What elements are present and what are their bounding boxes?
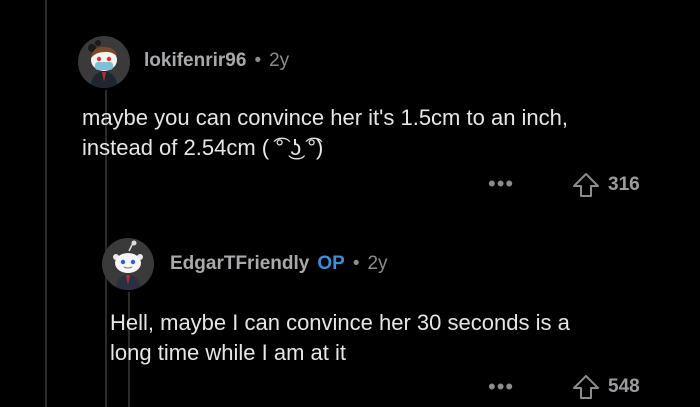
comment-text-line: instead of 2.54cm ( ͡° ͜ʖ ͡°) xyxy=(82,135,324,160)
thread-line-root[interactable] xyxy=(45,0,47,407)
vote-control: 548 xyxy=(572,374,640,400)
comment-thread: lokifenrir96 • 2y maybe you can convince… xyxy=(0,0,700,407)
upvote-arrow-icon xyxy=(573,173,599,197)
op-badge: OP xyxy=(317,253,345,274)
comment-age: 2y xyxy=(367,253,388,274)
avatar[interactable] xyxy=(102,238,154,290)
username-link[interactable]: lokifenrir96 xyxy=(144,50,246,72)
upvote-arrow-icon xyxy=(573,375,599,399)
meta-separator: • xyxy=(254,50,262,71)
comment-text-line: Hell, maybe I can convince her 30 second… xyxy=(110,310,570,335)
upvote-button[interactable]: 316 xyxy=(572,172,640,198)
comment-actions: ••• xyxy=(488,173,514,195)
avatar-snoo-icon xyxy=(78,36,130,88)
avatar-snoo-icon xyxy=(102,238,154,290)
vote-count: 316 xyxy=(608,174,640,195)
more-options-button[interactable]: ••• xyxy=(488,376,514,398)
upvote-button[interactable]: 548 xyxy=(572,374,640,400)
username-link[interactable]: EdgarTFriendly xyxy=(170,253,309,275)
comment-body: Hell, maybe I can convince her 30 second… xyxy=(110,308,690,368)
more-options-button[interactable]: ••• xyxy=(488,173,514,195)
vote-count: 548 xyxy=(608,376,640,397)
comment-body: maybe you can convince her it's 1.5cm to… xyxy=(82,103,682,163)
comment-actions: ••• xyxy=(488,376,514,398)
meta-separator: • xyxy=(352,253,360,274)
comment-meta: EdgarTFriendly OP • 2y xyxy=(170,253,388,275)
comment-text-line: maybe you can convince her it's 1.5cm to… xyxy=(82,105,569,130)
comment-age: 2y xyxy=(269,50,290,71)
avatar[interactable] xyxy=(78,36,130,88)
vote-control: 316 xyxy=(572,172,640,198)
comment-text-line: long time while I am at it xyxy=(110,340,346,365)
comment-meta: lokifenrir96 • 2y xyxy=(144,50,289,72)
